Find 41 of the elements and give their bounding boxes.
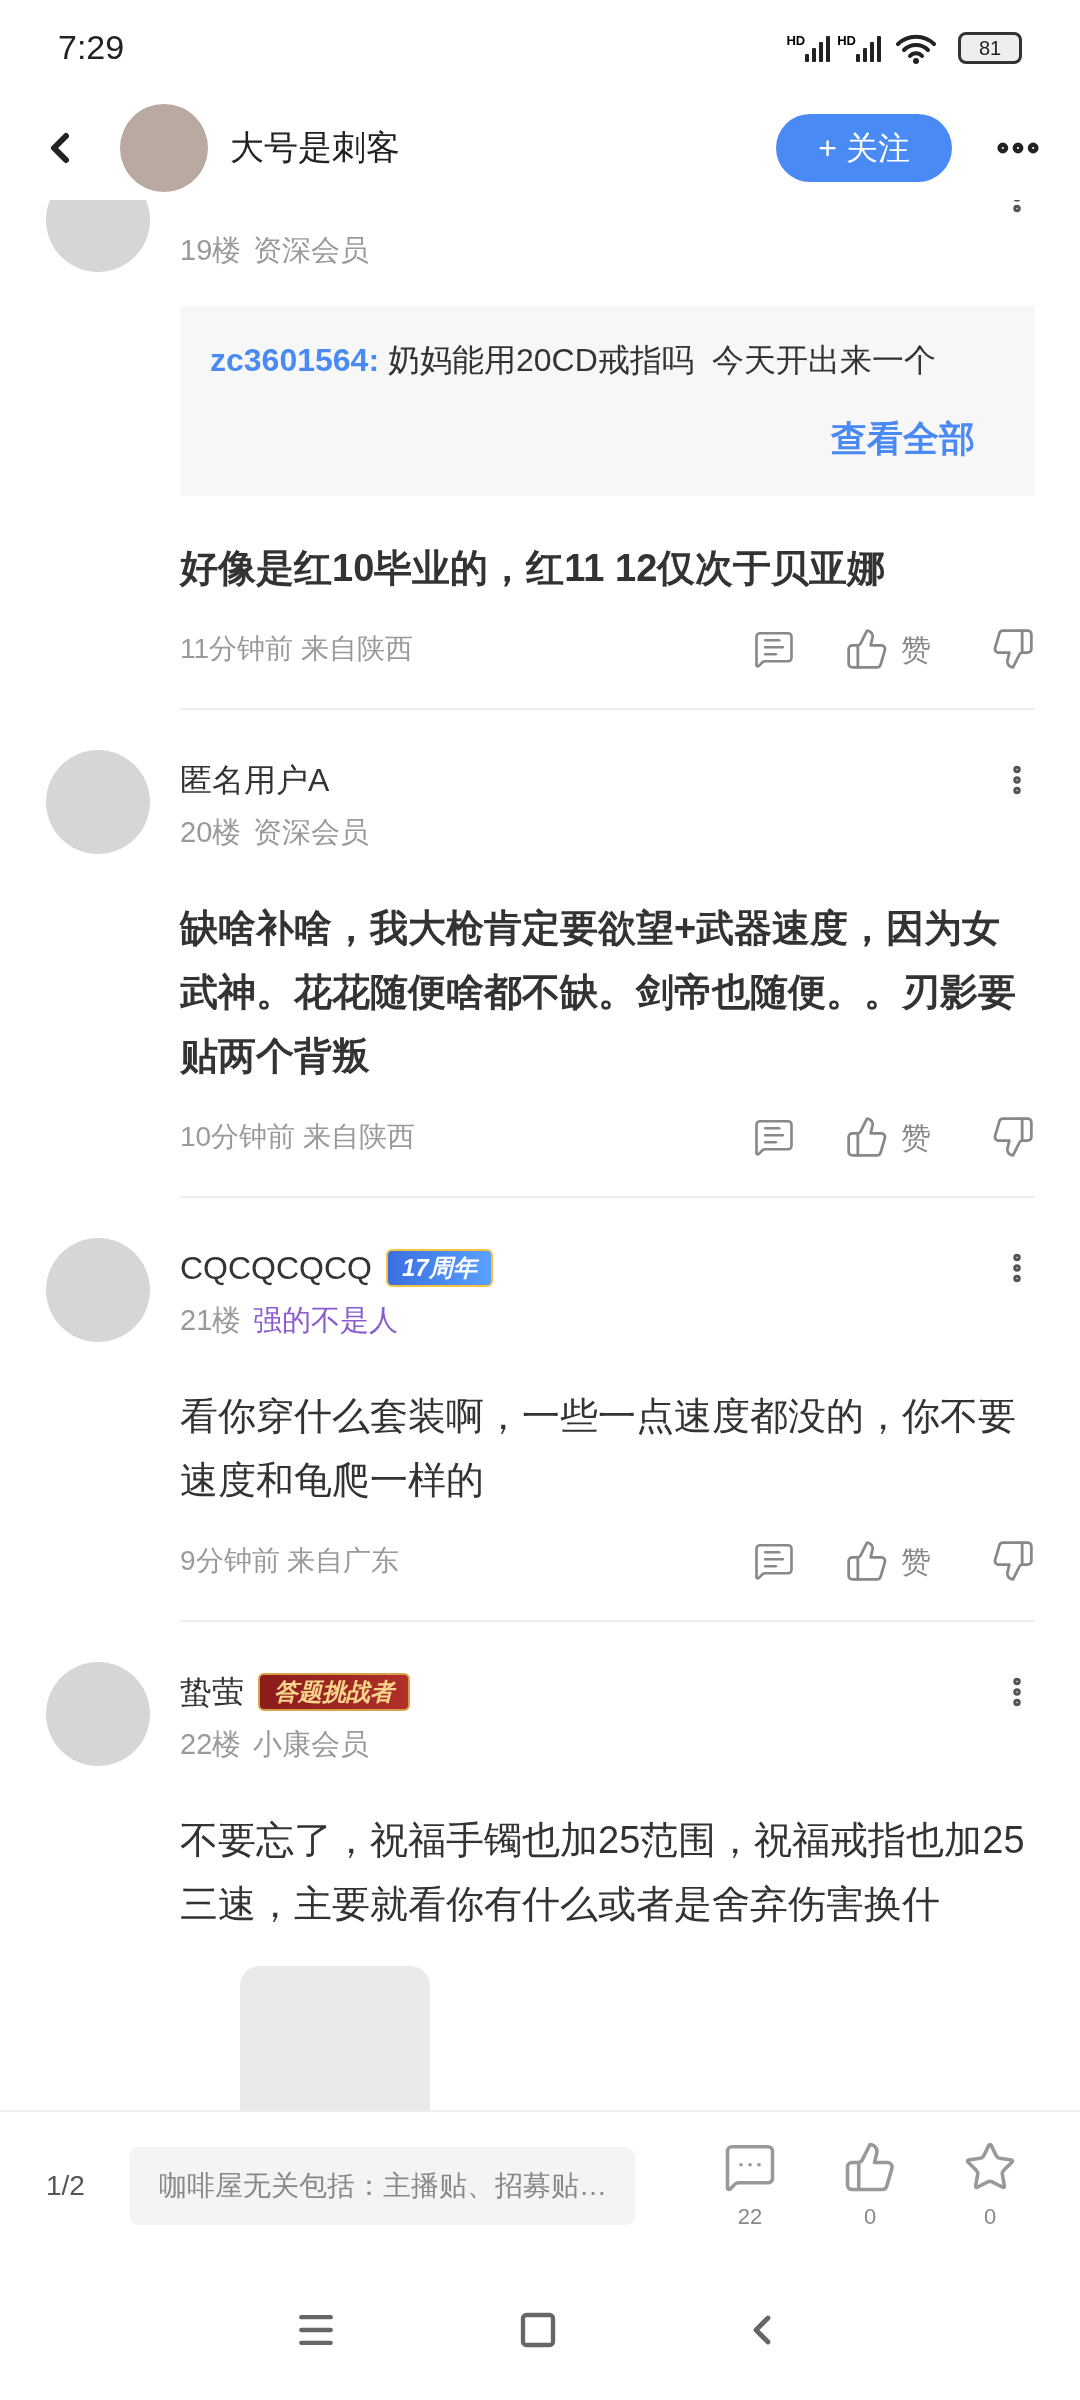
comment-input-field[interactable]: 咖啡屋无关包括：主播贴、招募贴… bbox=[128, 2147, 635, 2225]
comment-text: 看你穿什么套装啊，一些一点速度都没的，你不要速度和龟爬一样的 bbox=[180, 1394, 1017, 1503]
user-badge: 答题挑战者 bbox=[258, 1673, 410, 1711]
floor-number: 21楼 bbox=[180, 1303, 242, 1339]
username[interactable]: 蛰萤 bbox=[180, 1668, 244, 1716]
username[interactable]: 匿名用户A bbox=[180, 756, 330, 804]
signal-label: HD bbox=[837, 33, 856, 47]
comment-meta: 11分钟前 来自陕西 bbox=[180, 632, 413, 666]
thumbs-up-icon bbox=[845, 1115, 889, 1159]
page-indicator[interactable]: 1/2 bbox=[46, 2165, 85, 2207]
thumbs-down-icon[interactable] bbox=[991, 1539, 1035, 1583]
thumbs-down-icon[interactable] bbox=[991, 627, 1035, 671]
signal-label: HD bbox=[786, 33, 806, 47]
comment-text: 好像是红10毕业的，红11 12仅次于贝亚娜 bbox=[180, 546, 887, 591]
comment-text: 缺啥补啥，我大枪肯定要欲望+武器速度，因为女武神。花花随便啥都不缺。剑帝也随便。。刃影要贴两个背叛 bbox=[180, 906, 1017, 1079]
member-rank: 小康会员 bbox=[253, 1727, 370, 1763]
like-button[interactable]: 赞 bbox=[845, 1114, 931, 1160]
member-rank: 强的不是人 bbox=[253, 1303, 399, 1339]
member-rank: 资深会员 bbox=[253, 815, 370, 851]
like-button[interactable]: 赞 bbox=[845, 1538, 931, 1584]
thumbs-down-icon[interactable] bbox=[991, 1115, 1035, 1159]
floor-number: 20楼 bbox=[180, 815, 242, 851]
username[interactable]: CQCQCQCQ bbox=[180, 1244, 372, 1292]
comment-meta: 9分钟前 来自广东 bbox=[180, 1544, 400, 1578]
floor-number: 22楼 bbox=[180, 1727, 242, 1763]
status-time: 7:29 bbox=[58, 27, 125, 68]
like-button[interactable]: 赞 bbox=[845, 626, 931, 672]
favorite-count: 0 bbox=[983, 2202, 997, 2231]
comment-text: 不要忘了，祝福手镯也加25范围，祝福戒指也加25三速，主要就看你有什么或者是舍弃伤害换什 bbox=[180, 1818, 1026, 1927]
quote-text: zc3601564: 奶妈能用20CD戒指吗 今天开出来一个 bbox=[210, 341, 937, 380]
home-icon[interactable] bbox=[518, 2310, 558, 2350]
like-count: 0 bbox=[863, 2202, 877, 2231]
floor-number: 19楼 bbox=[180, 233, 242, 269]
member-rank: 资深会员 bbox=[253, 233, 370, 269]
thumbs-up-icon bbox=[845, 627, 889, 671]
comment-meta: 10分钟前 来自陕西 bbox=[180, 1120, 415, 1154]
comment-count: 22 bbox=[737, 2202, 763, 2231]
header-username[interactable]: 大号是刺客 bbox=[230, 122, 400, 173]
battery-indicator: 81 bbox=[958, 31, 1022, 64]
thumbs-up-icon bbox=[845, 1539, 889, 1583]
user-badge: 17周年 bbox=[386, 1249, 493, 1287]
